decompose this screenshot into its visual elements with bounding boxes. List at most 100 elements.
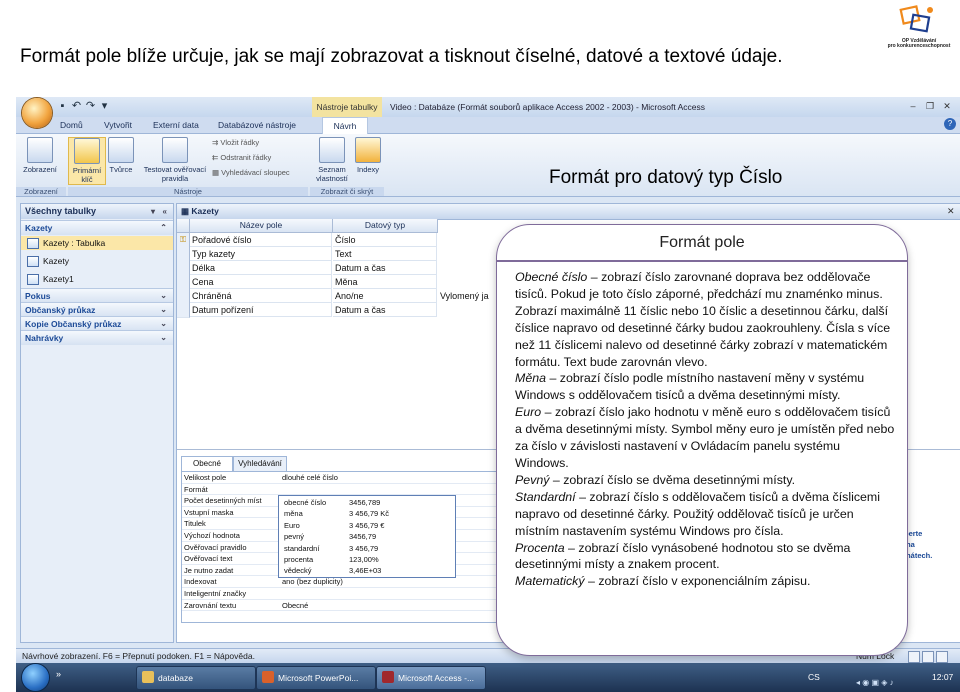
field-name-cell[interactable]: Datum pořízení [190,303,332,317]
nav-group-obcansky-prukaz[interactable]: Občanský průkaz ⌄ [21,302,173,317]
close-document-icon[interactable]: ✕ [947,204,955,219]
data-type-cell[interactable]: Datum a čas [333,261,437,275]
nav-group-kopie-obcansky-prukaz[interactable]: Kopie Občanský průkaz ⌄ [21,316,173,331]
tab-vyhledavani[interactable]: Vyhledávání [233,456,287,471]
nav-group-kazety[interactable]: Kazety ⌃ [21,220,173,235]
datasheet-view-icon[interactable] [908,651,920,663]
list-item[interactable]: procenta 123,00% [279,554,455,565]
property-row[interactable]: Inteligentní značky [182,588,502,600]
office-button[interactable] [22,98,52,128]
row-selector[interactable] [177,289,190,304]
property-value[interactable]: Obecné [282,600,308,612]
data-type-cell[interactable]: Měna [333,275,437,289]
nav-header[interactable]: Všechny tabulky ▾ « [21,204,173,219]
minimize-icon[interactable]: – [906,100,920,113]
description-cell[interactable] [438,233,498,247]
table-row[interactable]: ⚿ Pořadové číslo Číslo [177,233,498,248]
field-name-cell[interactable]: Typ kazety [190,247,332,261]
document-tab-kazety[interactable]: ▦ Kazety [181,204,219,219]
start-button[interactable] [22,664,49,691]
list-item[interactable]: Euro 3 456,79 € [279,520,455,531]
chevron-down-icon: ⌄ [160,291,167,300]
property-row[interactable]: Indexovat ano (bez duplicity) [182,576,502,588]
nav-group-nahravky[interactable]: Nahrávky ⌄ [21,330,173,345]
row-selector[interactable] [177,303,190,318]
table-row[interactable]: Typ kazety Text [177,247,498,262]
list-item[interactable]: obecné číslo 3456,789 [279,497,455,508]
clock[interactable]: 12:07 [932,663,953,692]
taskbar-button-access[interactable]: Microsoft Access -... [376,666,486,690]
description-cell[interactable] [438,247,498,261]
nav-item-kazety1[interactable]: Kazety1 [21,272,173,286]
maximize-icon[interactable]: ❐ [923,100,937,113]
nav-collapse-icon[interactable]: « [163,204,167,219]
tab-externi-data[interactable]: Externí data [153,117,199,133]
field-name-cell[interactable]: Délka [190,261,332,275]
data-type-cell[interactable]: Číslo [333,233,437,247]
table-icon: ▦ [181,206,192,216]
pivot-view-icon[interactable] [922,651,934,663]
table-row[interactable]: Délka Datum a čas [177,261,498,276]
description-cell[interactable] [438,303,498,317]
redo-icon[interactable]: ↷ [84,100,97,113]
nav-item-kazety-tabulka[interactable]: Kazety : Tabulka [21,236,173,250]
taskbar-label: databaze [158,673,193,683]
field-name-cell[interactable]: Cena [190,275,332,289]
list-item[interactable]: pevný 3456,79 [279,531,455,542]
row-selector[interactable] [177,261,190,276]
table-row[interactable]: Chráněná Ano/ne Vylomený ja [177,289,498,304]
description-cell[interactable] [438,261,498,275]
field-name-cell[interactable]: Pořadové číslo [190,233,332,247]
primarni-klic-button[interactable]: Primární klíč [68,137,106,185]
nav-item-kazety-form[interactable]: Kazety [21,254,173,268]
tray-icons[interactable]: ◂ ◉ ▣ ◈ ♪ [856,678,894,687]
language-indicator[interactable]: CS [808,663,820,692]
format-description: Procenta – zobrazí číslo vynásobené hodn… [515,540,895,574]
odstranit-radky-button[interactable]: ⇇ Odstranit řádky [212,153,271,163]
seznam-vlastnosti-button[interactable]: Seznam vlastností [312,137,352,183]
column-header-nazev-pole: Název pole [190,219,333,233]
list-item[interactable]: standardní 3 456,79 [279,543,455,554]
indexy-button[interactable]: Indexy [354,137,382,174]
taskbar-button-powerpoint[interactable]: Microsoft PowerPoi... [256,666,376,690]
list-item[interactable]: měna 3 456,79 Kč [279,508,455,519]
save-icon[interactable]: ▪ [56,100,69,113]
nav-group-pokus[interactable]: Pokus ⌄ [21,288,173,303]
description-cell[interactable]: Vylomený ja [438,289,498,303]
row-selector[interactable] [177,247,190,262]
qat-dropdown-icon[interactable]: ▾ [98,100,111,113]
undo-icon[interactable]: ↶ [70,100,83,113]
vlozit-radky-button[interactable]: ⇉ Vložit řádky [212,138,259,148]
tab-databazove-nastroje[interactable]: Databázové nástroje [218,117,296,133]
field-name-cell[interactable]: Chráněná [190,289,332,303]
property-row[interactable]: Velikost pole dlouhé celé číslo [182,472,502,484]
format-example: 123,00% [349,555,379,564]
design-view-icon[interactable] [936,651,948,663]
property-row[interactable]: Formát [182,484,502,496]
description-cell[interactable] [438,275,498,289]
testovat-button[interactable]: Testovat ověřovací pravidla [140,137,210,183]
data-type-cell[interactable]: Text [333,247,437,261]
tab-domu[interactable]: Domů [60,117,83,133]
table-row[interactable]: Cena Měna [177,275,498,290]
list-item[interactable]: vědecký 3,46E+03 [279,565,455,576]
property-row[interactable]: Zarovnání textu Obecné [182,600,502,612]
close-icon[interactable]: ✕ [940,100,954,113]
property-value[interactable]: ano (bez duplicity) [282,576,343,588]
data-type-cell[interactable]: Ano/ne [333,289,437,303]
tab-navrh[interactable]: Návrh [322,117,368,135]
zobrazeni-button[interactable]: Zobrazení [18,137,62,174]
property-value[interactable]: dlouhé celé číslo [282,472,338,484]
nav-dropdown-icon[interactable]: ▾ [151,204,155,219]
document-tab-bar: ▦ Kazety ✕ [177,204,960,220]
nav-group-label: Kazety [25,223,53,233]
table-row[interactable]: Datum pořízení Datum a čas [177,303,498,318]
data-type-cell[interactable]: Datum a čas [333,303,437,317]
tvurce-button[interactable]: Tvůrce [106,137,136,174]
help-icon[interactable]: ? [944,118,956,130]
tab-vytvorit[interactable]: Vytvořit [104,117,132,133]
tab-obecne[interactable]: Obecné [181,456,233,471]
vyhledavaci-sloupec-button[interactable]: ▦ Vyhledávací sloupec [212,168,290,178]
row-selector[interactable] [177,275,190,290]
taskbar-button-databaze[interactable]: databaze [136,666,256,690]
